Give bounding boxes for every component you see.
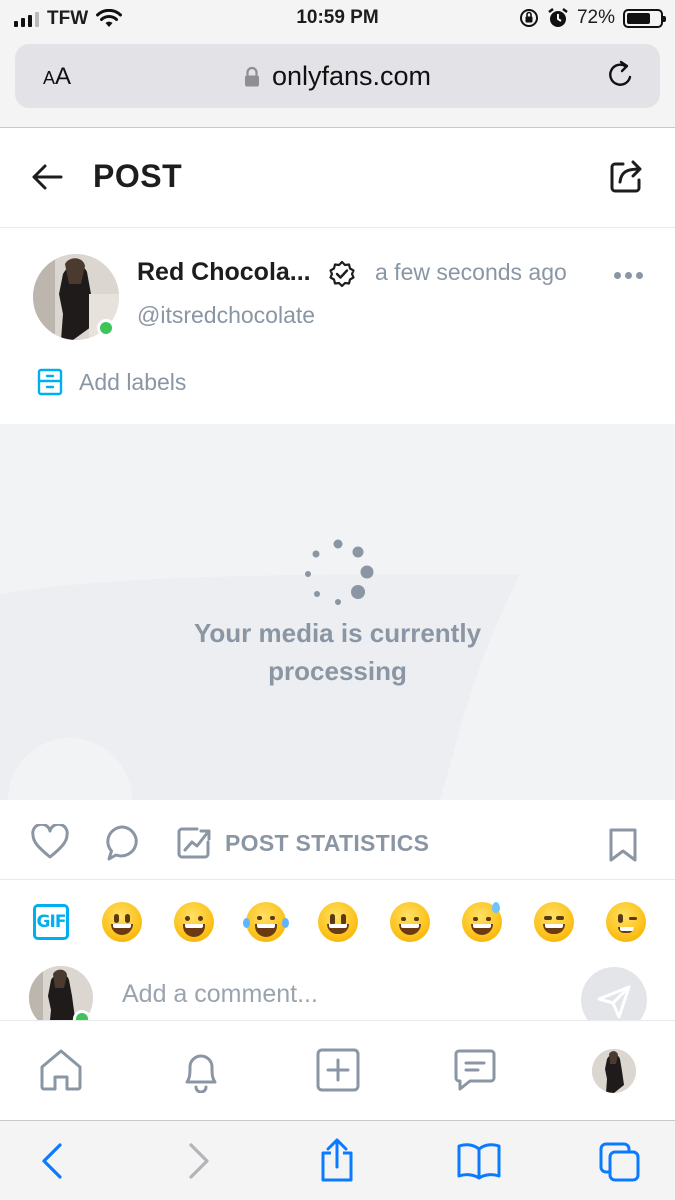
share-icon[interactable] — [609, 158, 645, 194]
add-labels-button[interactable]: Add labels — [37, 368, 186, 396]
browser-address-area: AA onlyfans.com — [0, 36, 675, 128]
post-header: Red Chocola... a few seconds ago @itsred… — [0, 228, 675, 424]
browser-back-icon[interactable] — [38, 1141, 68, 1181]
comment-input[interactable] — [122, 980, 542, 1009]
processing-line-2: processing — [268, 656, 407, 686]
app-bottom-nav — [0, 1020, 675, 1120]
author-username[interactable]: @itsredchocolate — [137, 302, 315, 329]
alarm-icon — [548, 8, 568, 27]
notifications-bell-icon[interactable] — [178, 1047, 224, 1093]
statistics-chart-icon — [177, 827, 211, 859]
grinning-squinting-emoji[interactable] — [390, 902, 430, 942]
add-labels-text: Add labels — [79, 368, 187, 395]
lock-icon — [244, 66, 259, 86]
post-statistics-button[interactable]: POST STATISTICS — [177, 826, 429, 860]
processing-message: Your media is currently processing — [0, 614, 675, 690]
battery-percent: 72% — [576, 7, 615, 28]
profile-avatar[interactable] — [592, 1049, 636, 1093]
messages-icon[interactable] — [452, 1047, 498, 1093]
gif-button[interactable]: GIF — [33, 904, 69, 940]
address-bar[interactable]: AA onlyfans.com — [15, 44, 660, 108]
bookmarks-book-icon[interactable] — [456, 1141, 502, 1181]
comment-composer — [0, 966, 675, 1020]
beaming-face-emoji[interactable] — [174, 902, 214, 942]
bookmark-icon[interactable] — [608, 827, 638, 863]
smiling-face-emoji[interactable] — [318, 902, 358, 942]
tabs-icon[interactable] — [598, 1141, 642, 1183]
status-right: 72% — [519, 7, 666, 29]
battery-icon — [623, 8, 666, 28]
processing-line-1: Your media is currently — [193, 618, 482, 648]
page-header: POST — [0, 128, 675, 228]
page-title: POST — [93, 158, 183, 194]
tears-of-joy-emoji[interactable] — [243, 902, 289, 942]
heart-icon[interactable] — [31, 824, 69, 860]
browser-share-icon[interactable] — [318, 1137, 356, 1183]
labels-icon — [37, 368, 63, 396]
grinning-face-emoji[interactable] — [102, 902, 142, 942]
send-icon — [597, 985, 631, 1019]
status-bar: TFW 10:59 PM 72% — [0, 0, 675, 36]
media-placeholder: Your media is currently processing — [0, 424, 675, 800]
reload-icon[interactable] — [606, 59, 636, 91]
browser-forward-icon[interactable] — [183, 1141, 213, 1181]
browser-toolbar — [0, 1120, 675, 1200]
more-options-icon[interactable] — [614, 272, 643, 279]
post-timestamp: a few seconds ago — [375, 259, 567, 285]
loading-spinner-icon — [305, 539, 374, 605]
winking-face-emoji[interactable] — [606, 902, 646, 942]
emoji-bar: GIF — [0, 880, 675, 966]
url-text: onlyfans.com — [271, 61, 432, 91]
post-statistics-label: POST STATISTICS — [225, 829, 430, 856]
new-post-plus-icon[interactable] — [315, 1047, 361, 1093]
orientation-lock-icon — [519, 9, 538, 27]
comment-bubble-icon[interactable] — [105, 824, 141, 862]
home-icon[interactable] — [38, 1047, 84, 1093]
post-actions: POST STATISTICS — [0, 800, 675, 880]
url-display[interactable]: onlyfans.com — [15, 61, 660, 92]
author-name[interactable]: Red Chocola... — [137, 258, 311, 287]
verified-badge-icon — [329, 260, 355, 288]
squinting-face-emoji[interactable] — [534, 902, 574, 942]
back-arrow-icon[interactable] — [30, 160, 64, 194]
online-status-dot — [97, 319, 115, 337]
send-comment-button[interactable] — [581, 967, 647, 1020]
sweat-smile-emoji[interactable] — [462, 902, 502, 942]
